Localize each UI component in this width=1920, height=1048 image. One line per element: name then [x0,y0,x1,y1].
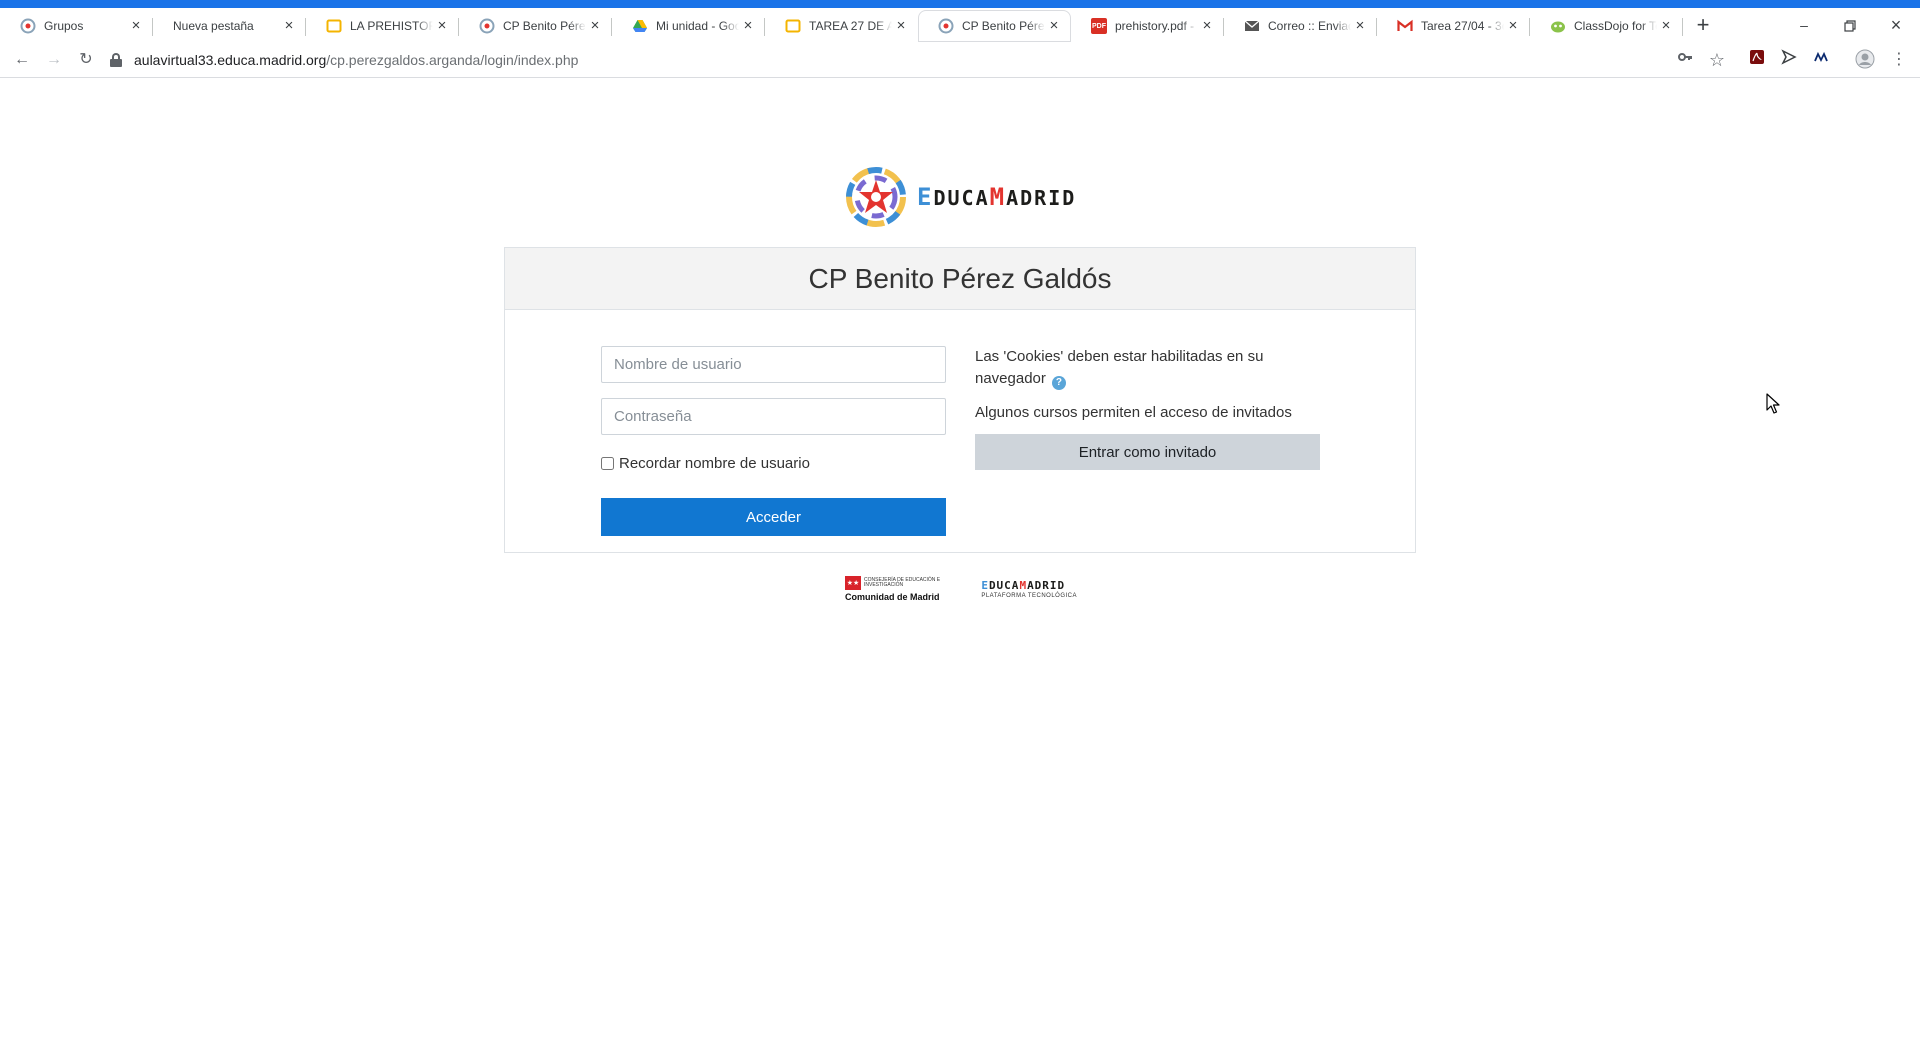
password-input[interactable] [601,398,946,435]
madrid-flag-icon: ★★ [845,576,861,590]
tab-strip: Grupos × Nueva pestaña × LA PREHISTORIA … [0,8,1920,42]
back-icon[interactable]: ← [10,48,34,72]
tab-la-prehistoria[interactable]: LA PREHISTORIA × [306,10,459,42]
gmail-icon [1397,18,1413,34]
forward-icon[interactable]: → [42,48,66,72]
tab-correo[interactable]: Correo :: Enviad × [1224,10,1377,42]
educamadrid-icon [479,18,495,34]
close-icon[interactable]: × [281,18,297,34]
send-extension-icon[interactable] [1778,49,1800,71]
remember-username-label: Recordar nombre de usuario [619,455,810,472]
mail-icon [1244,18,1260,34]
tab-title: TAREA 27 DE AB [809,19,892,33]
comunidad-de-madrid-name: Comunidad de Madrid [845,592,940,602]
educamadrid-logo: EDUCAMADRID [845,166,1077,228]
tab-title: CP Benito Pérez [503,19,586,33]
tab-title: Correo :: Enviad [1268,19,1351,33]
lock-icon[interactable] [110,53,122,67]
tab-title: CP Benito Pérez [962,19,1045,33]
tab-prehistory-pdf[interactable]: PDF prehistory.pdf - × [1071,10,1224,42]
address-bar[interactable]: aulavirtual33.educa.madrid.org/cp.perezg… [110,45,1710,75]
new-tab-button[interactable]: + [1689,12,1717,40]
tab-title: Tarea 27/04 - 3c [1421,19,1504,33]
tab-tarea-27[interactable]: TAREA 27 DE AB × [765,10,918,42]
comunidad-de-madrid-logo[interactable]: ★★ CONSEJERÍA DE EDUCACIÓN E INVESTIGACI… [845,576,943,602]
page-title: CP Benito Pérez Galdós [808,262,1112,294]
mouse-cursor-icon [1766,393,1780,414]
remember-username[interactable]: Recordar nombre de usuario [601,455,946,472]
close-icon[interactable]: × [587,18,603,34]
tab-title: Nueva pestaña [173,19,254,33]
window-accent-bar [0,0,1920,8]
tab-title: Mi unidad - Goo [656,19,739,33]
login-form: Recordar nombre de usuario Acceder [601,346,946,536]
close-icon[interactable]: × [128,18,144,34]
tab-nueva-pestana[interactable]: Nueva pestaña × [153,10,306,42]
reload-icon[interactable]: ↻ [74,48,98,72]
tab-cp-benito-perez-1[interactable]: CP Benito Pérez × [459,10,612,42]
classdojo-icon [1550,18,1566,34]
educamadrid-icon [938,18,954,34]
close-icon[interactable]: × [1199,18,1215,34]
cookies-notice: Las 'Cookies' deben estar habilitadas en… [975,346,1320,390]
slides-icon [785,18,801,34]
educamadrid-platform-logo[interactable]: EDUCAMADRID PLATAFORMA TECNOLÓGICA [981,579,1077,599]
url-host: aulavirtual33.educa.madrid.org [134,52,327,68]
tab-title: prehistory.pdf - [1115,19,1195,33]
login-info: Las 'Cookies' deben estar habilitadas en… [975,346,1320,470]
profile-avatar-icon[interactable] [1854,49,1876,71]
tab-cp-benito-perez-active[interactable]: CP Benito Pérez × [918,10,1071,42]
login-card-header: CP Benito Pérez Galdós [505,248,1415,310]
plataforma-tecnologica-text: PLATAFORMA TECNOLÓGICA [981,593,1077,599]
tab-title: LA PREHISTORIA [350,19,433,33]
footer-logos: ★★ CONSEJERÍA DE EDUCACIÓN E INVESTIGACI… [845,573,1077,605]
consejeria-text: CONSEJERÍA DE EDUCACIÓN E INVESTIGACIÓN [864,577,941,588]
remember-username-checkbox[interactable] [601,457,614,470]
close-icon[interactable]: × [1046,18,1062,34]
tab-tarea-gmail[interactable]: Tarea 27/04 - 3c × [1377,10,1530,42]
educamadrid-icon [20,18,36,34]
guest-access-note: Algunos cursos permiten el acceso de inv… [975,404,1292,421]
close-icon[interactable]: × [1505,18,1521,34]
login-button[interactable]: Acceder [601,498,946,536]
educamadrid-emblem-icon [846,167,906,227]
close-icon[interactable]: × [1352,18,1368,34]
tab-title: Grupos [44,19,84,33]
educamadrid-wordmark: EDUCAMADRID [917,183,1077,211]
drive-icon [632,18,648,34]
menu-kebab-icon[interactable]: ⋮ [1888,49,1910,71]
close-icon[interactable]: × [1658,18,1674,34]
restore-icon[interactable] [1827,8,1873,42]
browser-toolbar: ← → ↻ aulavirtual33.educa.madrid.org/cp.… [0,42,1920,78]
url-path: /cp.perezgaldos.arganda/login/index.php [326,52,579,68]
bookmark-star-icon[interactable]: ☆ [1706,49,1728,71]
close-icon[interactable]: × [740,18,756,34]
pdf-icon: PDF [1091,18,1107,34]
guest-login-button[interactable]: Entrar como invitado [975,434,1320,470]
minimize-icon[interactable]: – [1781,8,1827,42]
cookies-notice-text: Las 'Cookies' deben estar habilitadas en… [975,348,1264,387]
login-card: CP Benito Pérez Galdós Recordar nombre d… [504,247,1416,553]
slides-icon [326,18,342,34]
key-icon[interactable] [1674,49,1696,71]
username-input[interactable] [601,346,946,383]
window-close-icon[interactable]: × [1873,8,1919,42]
tab-classdojo[interactable]: ClassDojo for Te × [1530,10,1683,42]
close-icon[interactable]: × [434,18,450,34]
acrobat-extension-icon[interactable] [1746,49,1768,71]
help-icon[interactable]: ? [1051,376,1066,390]
movistar-extension-icon[interactable] [1810,49,1832,71]
tab-grupos[interactable]: Grupos × [0,10,153,42]
close-icon[interactable]: × [893,18,909,34]
educamadrid-small-wordmark: EDUCAMADRID [981,579,1066,592]
tab-title: ClassDojo for Te [1574,19,1657,33]
tab-mi-unidad[interactable]: Mi unidad - Goo × [612,10,765,42]
